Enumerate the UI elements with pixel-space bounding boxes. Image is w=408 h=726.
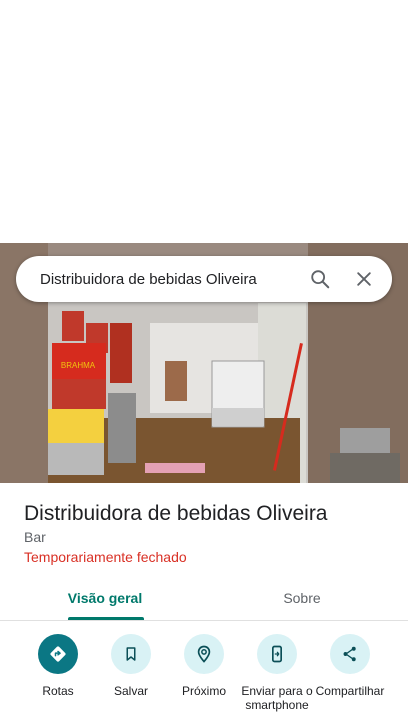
active-tab-indicator [68, 617, 144, 620]
share-label: Compartilhar [315, 684, 385, 698]
send-to-phone-circle [257, 634, 297, 674]
directions-button[interactable]: Rotas [21, 634, 95, 698]
send-to-phone-button[interactable]: Enviar para o smartphone [240, 634, 314, 712]
share-icon [343, 646, 356, 662]
search-button[interactable] [300, 259, 340, 299]
directions-label: Rotas [42, 684, 74, 698]
send-to-phone-icon [272, 645, 282, 663]
share-circle [330, 634, 370, 674]
bookmark-icon [126, 647, 136, 661]
nearby-button[interactable]: Próximo [167, 634, 241, 698]
search-icon [311, 270, 330, 289]
save-circle [111, 634, 151, 674]
send-to-phone-label: Enviar para o smartphone [241, 684, 313, 712]
place-status: Temporariamente fechado [24, 549, 187, 565]
nearby-label: Próximo [181, 684, 226, 698]
share-button[interactable]: Compartilhar [313, 634, 387, 698]
blank-map-area [0, 0, 408, 243]
nearby-pin-icon [197, 645, 211, 663]
save-label: Salvar [113, 684, 148, 698]
nearby-circle [184, 634, 224, 674]
search-input[interactable]: Distribuidora de bebidas Oliveira [16, 271, 300, 288]
action-buttons: Rotas Salvar Próximo Enviar para o smart… [0, 630, 408, 726]
brahma-sign: BRAHMA [61, 361, 96, 370]
save-button[interactable]: Salvar [94, 634, 168, 698]
close-button[interactable] [344, 259, 384, 299]
tab-about[interactable]: Sobre [237, 576, 367, 620]
directions-icon [50, 646, 66, 662]
directions-circle [38, 634, 78, 674]
close-icon [357, 272, 371, 286]
tab-overview[interactable]: Visão geral [40, 576, 170, 620]
place-tabs: Visão geral Sobre [0, 576, 408, 621]
search-bar[interactable]: Distribuidora de bebidas Oliveira [16, 256, 392, 302]
place-title: Distribuidora de bebidas Oliveira [24, 502, 328, 525]
place-category: Bar [24, 529, 46, 545]
